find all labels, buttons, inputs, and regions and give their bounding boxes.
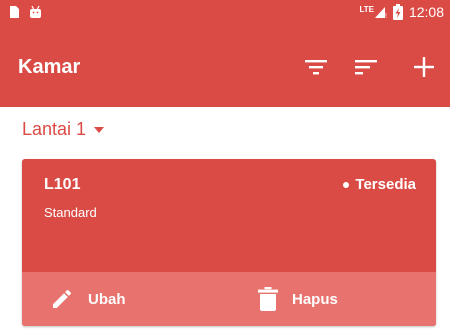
status-time: 12:08 bbox=[408, 4, 444, 20]
status-dot-icon bbox=[343, 181, 350, 188]
android-icon bbox=[30, 5, 41, 18]
floor-selector-value: Lantai 1 bbox=[22, 119, 87, 139]
app-bar: Kamar bbox=[0, 25, 450, 107]
add-button[interactable] bbox=[406, 50, 442, 84]
network-type-label: LTE bbox=[359, 4, 374, 14]
status-badge: Tersedia bbox=[343, 176, 416, 193]
signal-icon: ! bbox=[374, 7, 387, 19]
sim-card-icon bbox=[10, 6, 19, 18]
page-title: Kamar bbox=[18, 56, 81, 78]
room-card[interactable]: L101 Standard Tersedia Ubah Hapus bbox=[22, 159, 436, 326]
delete-button[interactable]: Hapus bbox=[258, 272, 338, 326]
svg-text:!: ! bbox=[385, 13, 387, 19]
status-bar: LTE ! 12:08 bbox=[0, 0, 450, 25]
room-code: L101 bbox=[44, 176, 81, 193]
filter-icon bbox=[305, 60, 327, 75]
filter-button[interactable] bbox=[298, 50, 334, 84]
card-actions: Ubah Hapus bbox=[22, 272, 436, 326]
room-type: Standard bbox=[44, 205, 97, 220]
battery-charging-icon bbox=[392, 4, 403, 20]
edit-label: Ubah bbox=[88, 290, 126, 308]
status-label: Tersedia bbox=[355, 176, 416, 193]
add-icon bbox=[414, 57, 434, 77]
edit-button[interactable]: Ubah bbox=[50, 272, 126, 326]
trash-icon bbox=[258, 287, 278, 311]
sort-icon bbox=[355, 60, 377, 75]
pencil-icon bbox=[53, 289, 72, 308]
sort-button[interactable] bbox=[348, 50, 384, 84]
delete-label: Hapus bbox=[292, 290, 338, 308]
chevron-down-icon bbox=[94, 126, 105, 133]
floor-selector[interactable]: Lantai 1 bbox=[22, 119, 105, 140]
